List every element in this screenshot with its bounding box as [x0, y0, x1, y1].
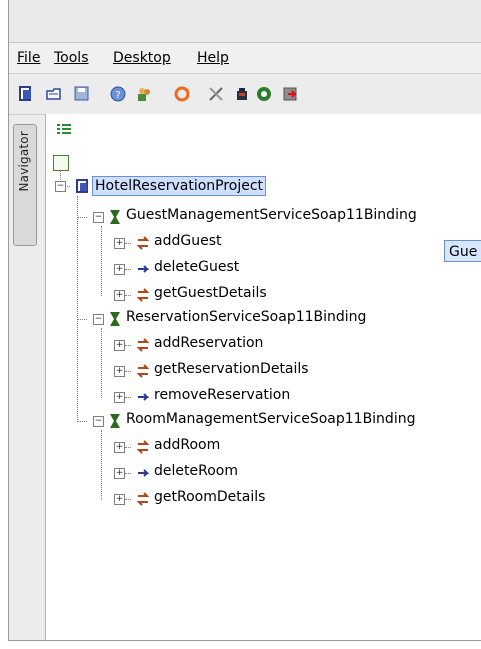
- expander-op[interactable]: +: [114, 238, 125, 249]
- operation-label[interactable]: deleteRoom: [154, 463, 238, 479]
- menu-desktop-label: Desktop: [113, 50, 171, 66]
- expander-op[interactable]: +: [114, 494, 125, 505]
- binding-label[interactable]: RoomManagementServiceSoap11Binding: [126, 411, 415, 427]
- tree-filter-icon[interactable]: [56, 123, 72, 135]
- request-response-icon: [136, 440, 150, 454]
- tree-line: [77, 217, 87, 218]
- menu-tools-label: Tools: [54, 50, 89, 66]
- main-toolbar: ?: [9, 74, 481, 115]
- expander-binding-2[interactable]: −: [93, 314, 104, 325]
- one-way-icon: [138, 469, 150, 477]
- tree-line: [125, 269, 131, 270]
- title-bar: [9, 0, 481, 43]
- workspace-icon[interactable]: [53, 155, 69, 171]
- request-response-icon: [136, 492, 150, 506]
- expander-op[interactable]: +: [114, 290, 125, 301]
- tree-line: [101, 430, 102, 500]
- tree-line: [77, 196, 78, 422]
- expander-op[interactable]: +: [114, 264, 125, 275]
- operation-label[interactable]: deleteGuest: [154, 259, 239, 275]
- menu-tools[interactable]: Tools: [54, 50, 89, 66]
- expander-op[interactable]: +: [114, 468, 125, 479]
- binding-icon: [110, 312, 120, 326]
- tree-line: [77, 319, 87, 320]
- operation-label[interactable]: getReservationDetails: [154, 361, 309, 377]
- menu-bar: File Tools Desktop Help: [9, 43, 481, 74]
- operation-label[interactable]: getRoomDetails: [154, 489, 265, 505]
- operation-label[interactable]: getGuestDetails: [154, 285, 267, 301]
- operation-label[interactable]: addGuest: [154, 233, 221, 249]
- app-window: File Tools Desktop Help ? Navigator − Ho…: [8, 0, 481, 641]
- binding-icon: [110, 414, 120, 428]
- info-icon[interactable]: ?: [109, 85, 127, 103]
- menu-file-label: File: [17, 50, 41, 66]
- expander-root[interactable]: −: [55, 181, 66, 192]
- refresh-icon[interactable]: [173, 85, 191, 103]
- project-node-icon: [76, 179, 88, 193]
- expander-op[interactable]: +: [114, 340, 125, 351]
- tree-line: [125, 447, 131, 448]
- svg-text:?: ?: [115, 90, 120, 101]
- request-response-icon: [136, 236, 150, 250]
- menu-file[interactable]: File: [17, 50, 40, 66]
- expander-op[interactable]: +: [114, 442, 125, 453]
- tree-line: [101, 226, 102, 296]
- menu-help-label: Help: [197, 50, 229, 66]
- expander-binding-1[interactable]: −: [93, 212, 104, 223]
- operation-label[interactable]: removeReservation: [154, 387, 290, 403]
- navigator-panel: − HotelReservationProject − GuestManagem…: [45, 114, 481, 640]
- tree-line: [125, 295, 131, 296]
- open-icon[interactable]: [45, 85, 63, 103]
- operation-label[interactable]: addReservation: [154, 335, 263, 351]
- expander-op[interactable]: +: [114, 366, 125, 377]
- expander-binding-3[interactable]: −: [93, 416, 104, 427]
- tree-root-label[interactable]: HotelReservationProject: [92, 176, 267, 196]
- navigator-tab-label: Navigator: [17, 131, 31, 192]
- tree-line: [125, 345, 131, 346]
- binding-label[interactable]: ReservationServiceSoap11Binding: [126, 309, 366, 325]
- tree-line: [77, 421, 87, 422]
- lifebuoy-icon[interactable]: [255, 85, 273, 103]
- one-way-icon: [138, 393, 150, 401]
- menu-help[interactable]: Help: [197, 50, 229, 66]
- tools-icon[interactable]: [207, 85, 225, 103]
- tree-line: [125, 473, 131, 474]
- save-icon[interactable]: [73, 85, 91, 103]
- one-way-icon: [138, 265, 150, 273]
- users-icon[interactable]: [135, 85, 153, 103]
- binding-label[interactable]: GuestManagementServiceSoap11Binding: [126, 207, 417, 223]
- tree-line: [125, 371, 131, 372]
- tooltip: Gue: [444, 240, 481, 262]
- tree-line: [125, 397, 131, 398]
- request-response-icon: [136, 364, 150, 378]
- exit-icon[interactable]: [281, 85, 299, 103]
- binding-icon: [110, 210, 120, 224]
- project-icon[interactable]: [17, 85, 35, 103]
- menu-desktop[interactable]: Desktop: [113, 50, 171, 66]
- expander-op[interactable]: +: [114, 392, 125, 403]
- operation-label[interactable]: addRoom: [154, 437, 220, 453]
- navigator-panel-toolbar: [46, 114, 481, 146]
- tree-line: [101, 328, 102, 398]
- navigator-side-tab[interactable]: Navigator: [13, 124, 37, 246]
- tree-line: [125, 499, 131, 500]
- bottle-icon[interactable]: [233, 85, 251, 103]
- request-response-icon: [136, 338, 150, 352]
- tree-line: [125, 243, 131, 244]
- request-response-icon: [136, 288, 150, 302]
